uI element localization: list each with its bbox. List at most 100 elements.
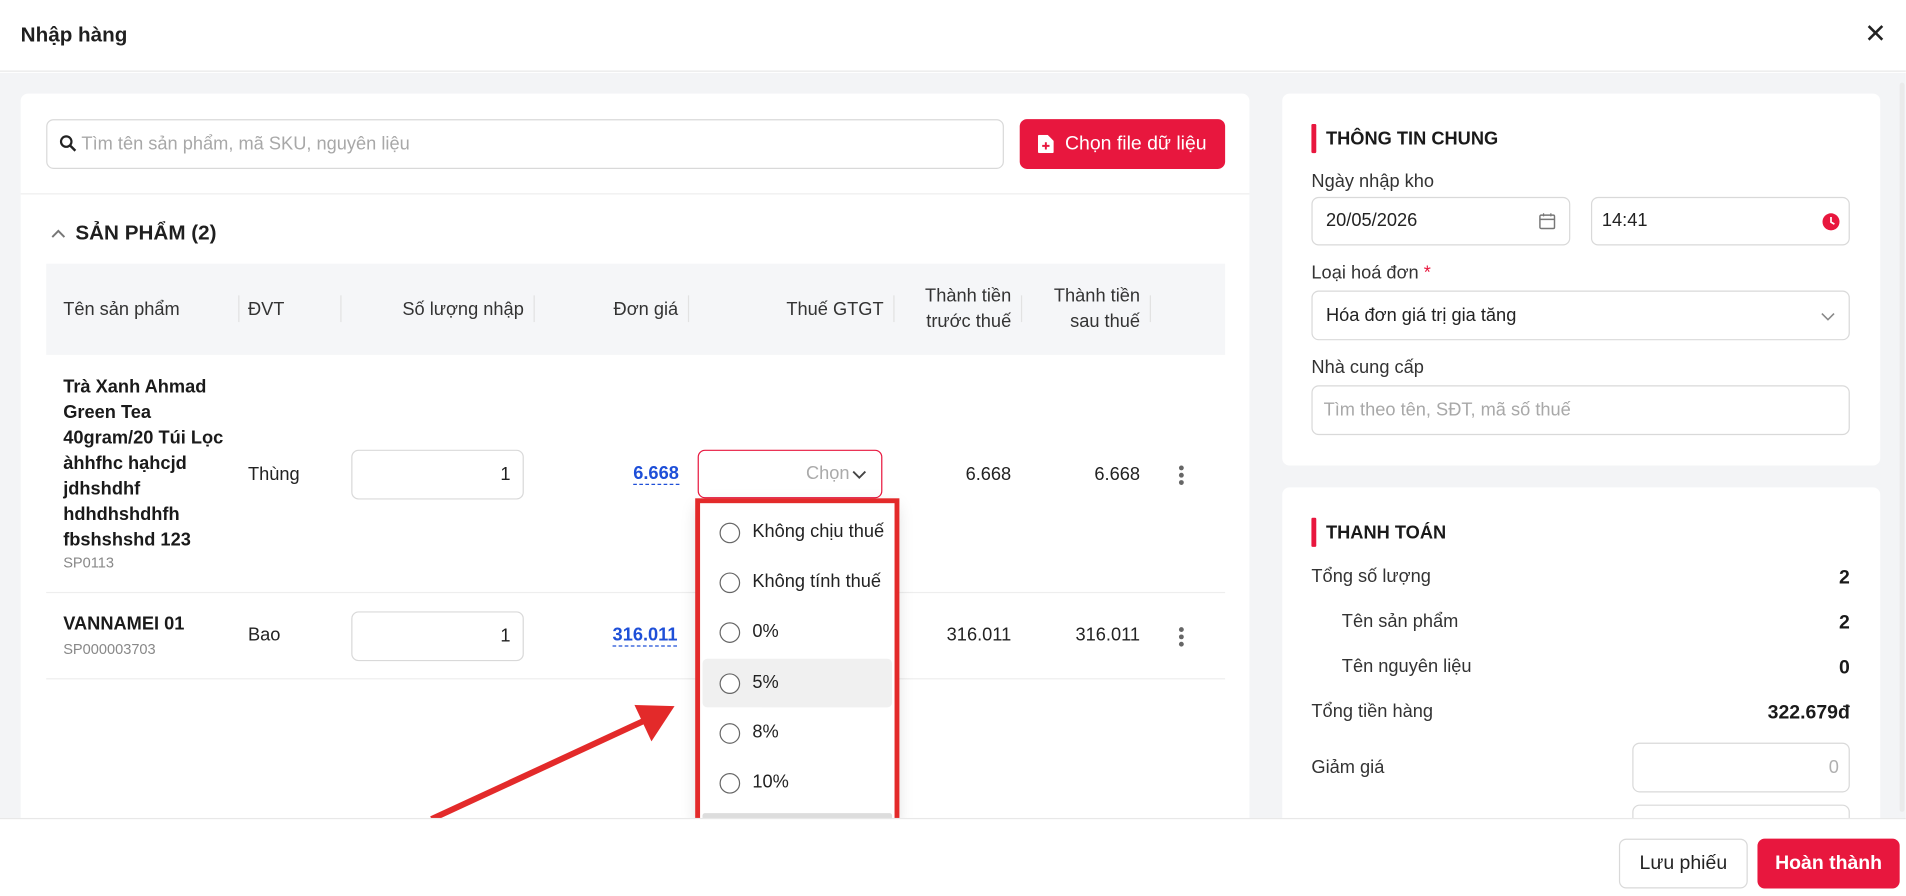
tax-option[interactable]: 5% xyxy=(702,658,893,708)
product-name-line: 40gram/20 Túi Lọc xyxy=(63,427,224,449)
pre-tax-amount: 316.011 xyxy=(946,624,1012,646)
col-pre-tax-line1: Thành tiền xyxy=(925,285,1012,307)
more-icon[interactable] xyxy=(1178,465,1184,487)
product-name-line: Green Tea xyxy=(63,402,152,423)
tax-option-label: Không tính thuế xyxy=(752,571,882,592)
close-icon[interactable]: ✕ xyxy=(1864,20,1886,48)
calendar-icon xyxy=(1539,213,1556,230)
date-label: Ngày nhập kho xyxy=(1311,171,1435,193)
tax-option[interactable]: Không tính thuế xyxy=(703,558,893,607)
col-price: Đơn giá xyxy=(613,298,679,320)
product-sku: SP0113 xyxy=(63,554,115,572)
tax-select[interactable]: Chọn xyxy=(697,449,883,499)
scrollbar[interactable] xyxy=(1899,82,1905,812)
save-draft-button[interactable]: Lưu phiếu xyxy=(1618,838,1748,889)
product-count-label: Tên sản phẩm xyxy=(1341,611,1459,633)
required-mark: * xyxy=(1423,262,1431,284)
more-icon[interactable] xyxy=(1178,627,1184,649)
unit-price-link[interactable]: 6.668 xyxy=(633,463,679,485)
date-value: 20/05/2026 xyxy=(1326,210,1418,231)
modal-title: Nhập hàng xyxy=(20,23,128,47)
col-qty: Số lượng nhập xyxy=(402,298,524,320)
search-input[interactable] xyxy=(81,130,981,157)
unit-price-link[interactable]: 316.011 xyxy=(612,625,678,647)
tax-option-label: Không chịu thuế xyxy=(752,521,885,543)
date-field[interactable]: 20/05/2026 xyxy=(1311,196,1571,246)
discount-placeholder: 0 xyxy=(1828,757,1839,778)
pre-tax-amount: 6.668 xyxy=(965,464,1012,485)
divider xyxy=(893,295,895,323)
product-count-value: 2 xyxy=(1839,612,1850,634)
total-amount-label: Tổng tiền hàng xyxy=(1311,701,1434,722)
invoice-type-select[interactable]: Hóa đơn giá trị gia tăng xyxy=(1311,290,1850,341)
products-section-toggle[interactable]: SẢN PHẨM (2) xyxy=(51,221,217,245)
discount-label: Giảm giá xyxy=(1311,757,1385,778)
material-count-value: 0 xyxy=(1839,657,1850,679)
radio-icon xyxy=(719,522,741,544)
product-name-line: hdhdhshdhfh xyxy=(63,504,180,526)
invoice-type-label: Loại hoá đơn * xyxy=(1311,263,1430,284)
product-name-line: fbshshshd 123 xyxy=(63,529,191,551)
col-post-tax-line1: Thành tiền xyxy=(1053,285,1141,307)
product-name: Trà Xanh Ahmad Green Tea 40gram/20 Túi L… xyxy=(63,374,223,553)
supplier-placeholder: Tìm theo tên, SĐT, mã số thuế xyxy=(1323,399,1571,421)
divider xyxy=(1149,295,1151,323)
invoice-type-value: Hóa đơn giá trị gia tăng xyxy=(1326,305,1517,326)
modal-header: Nhập hàng ✕ xyxy=(0,0,1906,72)
radio-icon xyxy=(719,572,741,594)
tax-option[interactable]: 8% xyxy=(703,709,893,758)
col-unit: ĐVT xyxy=(247,298,285,320)
product-name: VANNAMEI 01 xyxy=(63,613,185,635)
clock-icon xyxy=(1822,213,1840,231)
total-qty-value: 2 xyxy=(1839,567,1850,589)
discount-input[interactable]: 0 xyxy=(1632,742,1850,793)
complete-button[interactable]: Hoàn thành xyxy=(1757,838,1900,889)
search-icon xyxy=(59,135,77,152)
supplier-label: Nhà cung cấp xyxy=(1311,357,1424,378)
tax-option-label: 0% xyxy=(752,621,779,642)
quantity-input[interactable]: 1 xyxy=(351,611,524,662)
chevron-down-icon xyxy=(1821,313,1835,321)
divider xyxy=(238,295,240,323)
quantity-input[interactable]: 1 xyxy=(351,449,524,500)
product-name-line: Trà Xanh Ahmad xyxy=(63,376,207,398)
divider xyxy=(1020,295,1023,323)
total-qty-label: Tổng số lượng xyxy=(1311,566,1431,588)
post-tax-amount: 316.011 xyxy=(1075,624,1141,646)
product-name-line: jdhshdhf xyxy=(63,478,141,500)
chevron-down-icon xyxy=(852,470,867,479)
supplier-input[interactable]: Tìm theo tên, SĐT, mã số thuế xyxy=(1311,385,1850,436)
col-post-tax-line2: sau thuế xyxy=(1070,311,1141,332)
product-search[interactable] xyxy=(46,119,1004,169)
choose-file-button[interactable]: Chọn file dữ liệu xyxy=(1019,119,1226,169)
chevron-up-icon xyxy=(51,229,66,238)
radio-icon xyxy=(719,723,741,744)
col-post-tax: Thành tiền sau thuế xyxy=(1028,283,1140,334)
general-info-title: THÔNG TIN CHUNG xyxy=(1311,124,1498,153)
radio-icon xyxy=(719,772,741,794)
radio-icon xyxy=(719,673,741,694)
material-count-label: Tên nguyên liệu xyxy=(1341,656,1472,677)
tax-dropdown: Không chịu thuế Không tính thuế 0% 5% 8%… xyxy=(697,500,897,825)
total-amount-value: 322.679đ xyxy=(1767,702,1850,724)
product-sku: SP000003703 xyxy=(63,640,156,658)
product-unit: Bao xyxy=(247,624,281,646)
tax-option-label: 8% xyxy=(752,721,779,743)
divider xyxy=(533,295,535,323)
invoice-type-label-text: Loại hoá đơn xyxy=(1311,262,1419,284)
tax-option[interactable]: 10% xyxy=(703,758,893,807)
tax-option-label: 5% xyxy=(752,672,779,693)
tax-option[interactable]: 0% xyxy=(703,608,893,657)
annotation-arrow xyxy=(430,704,675,822)
time-field[interactable]: 14:41 xyxy=(1590,196,1850,246)
divider xyxy=(687,295,690,323)
tax-option[interactable]: Không chịu thuế xyxy=(703,508,893,557)
col-tax: Thuế GTGT xyxy=(786,298,884,320)
tax-select-placeholder: Chọn xyxy=(805,463,850,484)
divider xyxy=(20,193,1250,195)
tax-option-label: 10% xyxy=(752,771,789,793)
col-pre-tax-line2: trước thuế xyxy=(926,311,1012,332)
time-value: 14:41 xyxy=(1601,210,1648,231)
file-add-icon xyxy=(1038,134,1055,154)
product-name-line: àhhfhc hạhcjd xyxy=(63,453,187,475)
